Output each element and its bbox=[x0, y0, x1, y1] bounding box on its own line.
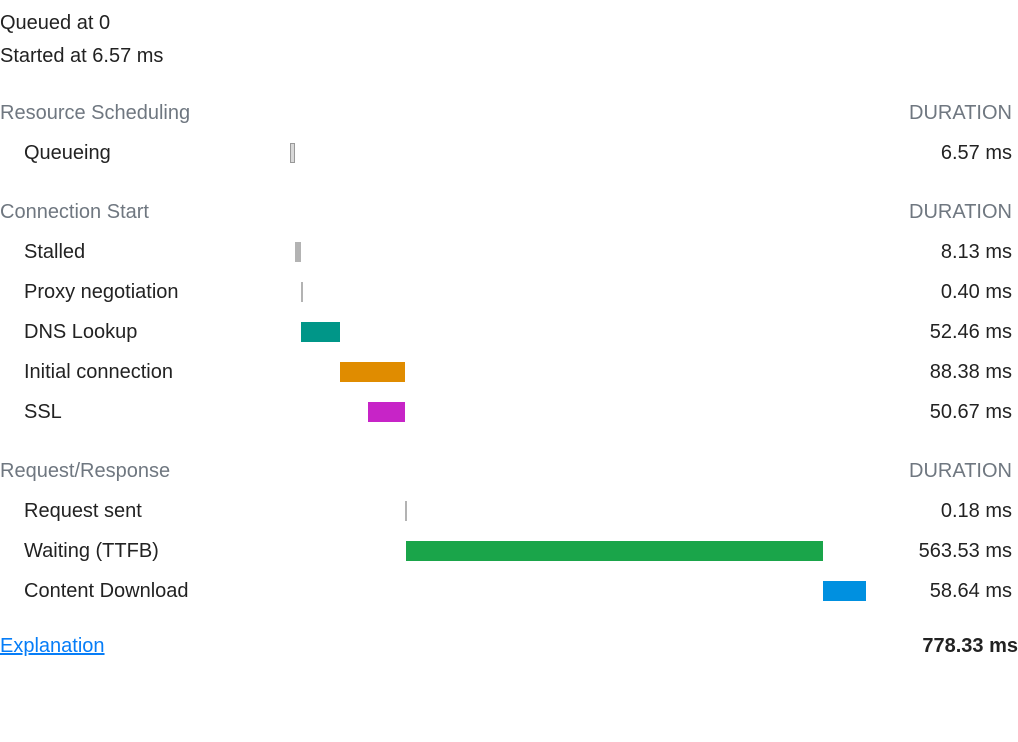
timing-bar bbox=[406, 541, 823, 561]
section-title: Request/Response bbox=[0, 460, 170, 483]
timing-row: Waiting (TTFB) 563.53 ms bbox=[0, 531, 1018, 571]
timing-row-value: 52.46 ms bbox=[898, 321, 1018, 344]
timing-bar bbox=[290, 143, 295, 163]
timing-row-value: 0.18 ms bbox=[898, 500, 1018, 523]
timing-bar-area bbox=[290, 400, 898, 424]
section-header: Resource Scheduling DURATION bbox=[0, 102, 1018, 125]
timing-row-label: Content Download bbox=[0, 580, 290, 603]
timing-row-label: Waiting (TTFB) bbox=[0, 540, 290, 563]
timing-row: Stalled 8.13 ms bbox=[0, 232, 1018, 272]
started-at-line: Started at 6.57 ms bbox=[0, 41, 1018, 74]
section-title: Connection Start bbox=[0, 201, 149, 224]
duration-column-header: DURATION bbox=[909, 102, 1018, 125]
timing-row-label: SSL bbox=[0, 401, 290, 424]
timing-bar bbox=[405, 501, 407, 521]
timing-row: Content Download 58.64 ms bbox=[0, 571, 1018, 611]
timing-row: Queueing 6.57 ms bbox=[0, 133, 1018, 173]
timing-row: Proxy negotiation 0.40 ms bbox=[0, 272, 1018, 312]
timing-row: Initial connection 88.38 ms bbox=[0, 352, 1018, 392]
timing-row: Request sent 0.18 ms bbox=[0, 491, 1018, 531]
timing-bar-area bbox=[290, 539, 898, 563]
timing-bar-area bbox=[290, 320, 898, 344]
timing-bar-area bbox=[290, 360, 898, 384]
timing-bar bbox=[340, 362, 405, 382]
section-title: Resource Scheduling bbox=[0, 102, 190, 125]
timing-row: SSL 50.67 ms bbox=[0, 392, 1018, 432]
duration-column-header: DURATION bbox=[909, 460, 1018, 483]
timing-row-label: DNS Lookup bbox=[0, 321, 290, 344]
queued-at-line: Queued at 0 bbox=[0, 8, 1018, 41]
timing-bar-area bbox=[290, 240, 898, 264]
timing-bar bbox=[368, 402, 405, 422]
timing-row-value: 50.67 ms bbox=[898, 401, 1018, 424]
timing-bar bbox=[301, 282, 303, 302]
timing-row-value: 88.38 ms bbox=[898, 361, 1018, 384]
section-header: Connection Start DURATION bbox=[0, 201, 1018, 224]
total-duration: 778.33 ms bbox=[922, 635, 1018, 658]
timing-panel: Queued at 0 Started at 6.57 ms Resource … bbox=[0, 0, 1018, 676]
timing-row-value: 0.40 ms bbox=[898, 281, 1018, 304]
timing-row-value: 8.13 ms bbox=[898, 241, 1018, 264]
explanation-link[interactable]: Explanation bbox=[0, 635, 105, 658]
timing-bar bbox=[295, 242, 301, 262]
timing-bar-area bbox=[290, 579, 898, 603]
timing-row-label: Proxy negotiation bbox=[0, 281, 290, 304]
timing-row-label: Initial connection bbox=[0, 361, 290, 384]
timing-bar-area bbox=[290, 280, 898, 304]
timing-bar bbox=[301, 322, 340, 342]
timing-bar bbox=[823, 581, 866, 601]
timing-bar-area bbox=[290, 141, 898, 165]
timing-row-label: Stalled bbox=[0, 241, 290, 264]
duration-column-header: DURATION bbox=[909, 201, 1018, 224]
timing-row-label: Request sent bbox=[0, 500, 290, 523]
section-header: Request/Response DURATION bbox=[0, 460, 1018, 483]
timing-bar-area bbox=[290, 499, 898, 523]
timing-row: DNS Lookup 52.46 ms bbox=[0, 312, 1018, 352]
timing-row-value: 6.57 ms bbox=[898, 142, 1018, 165]
timing-row-value: 58.64 ms bbox=[898, 580, 1018, 603]
timing-row-label: Queueing bbox=[0, 142, 290, 165]
timing-row-value: 563.53 ms bbox=[898, 540, 1018, 563]
